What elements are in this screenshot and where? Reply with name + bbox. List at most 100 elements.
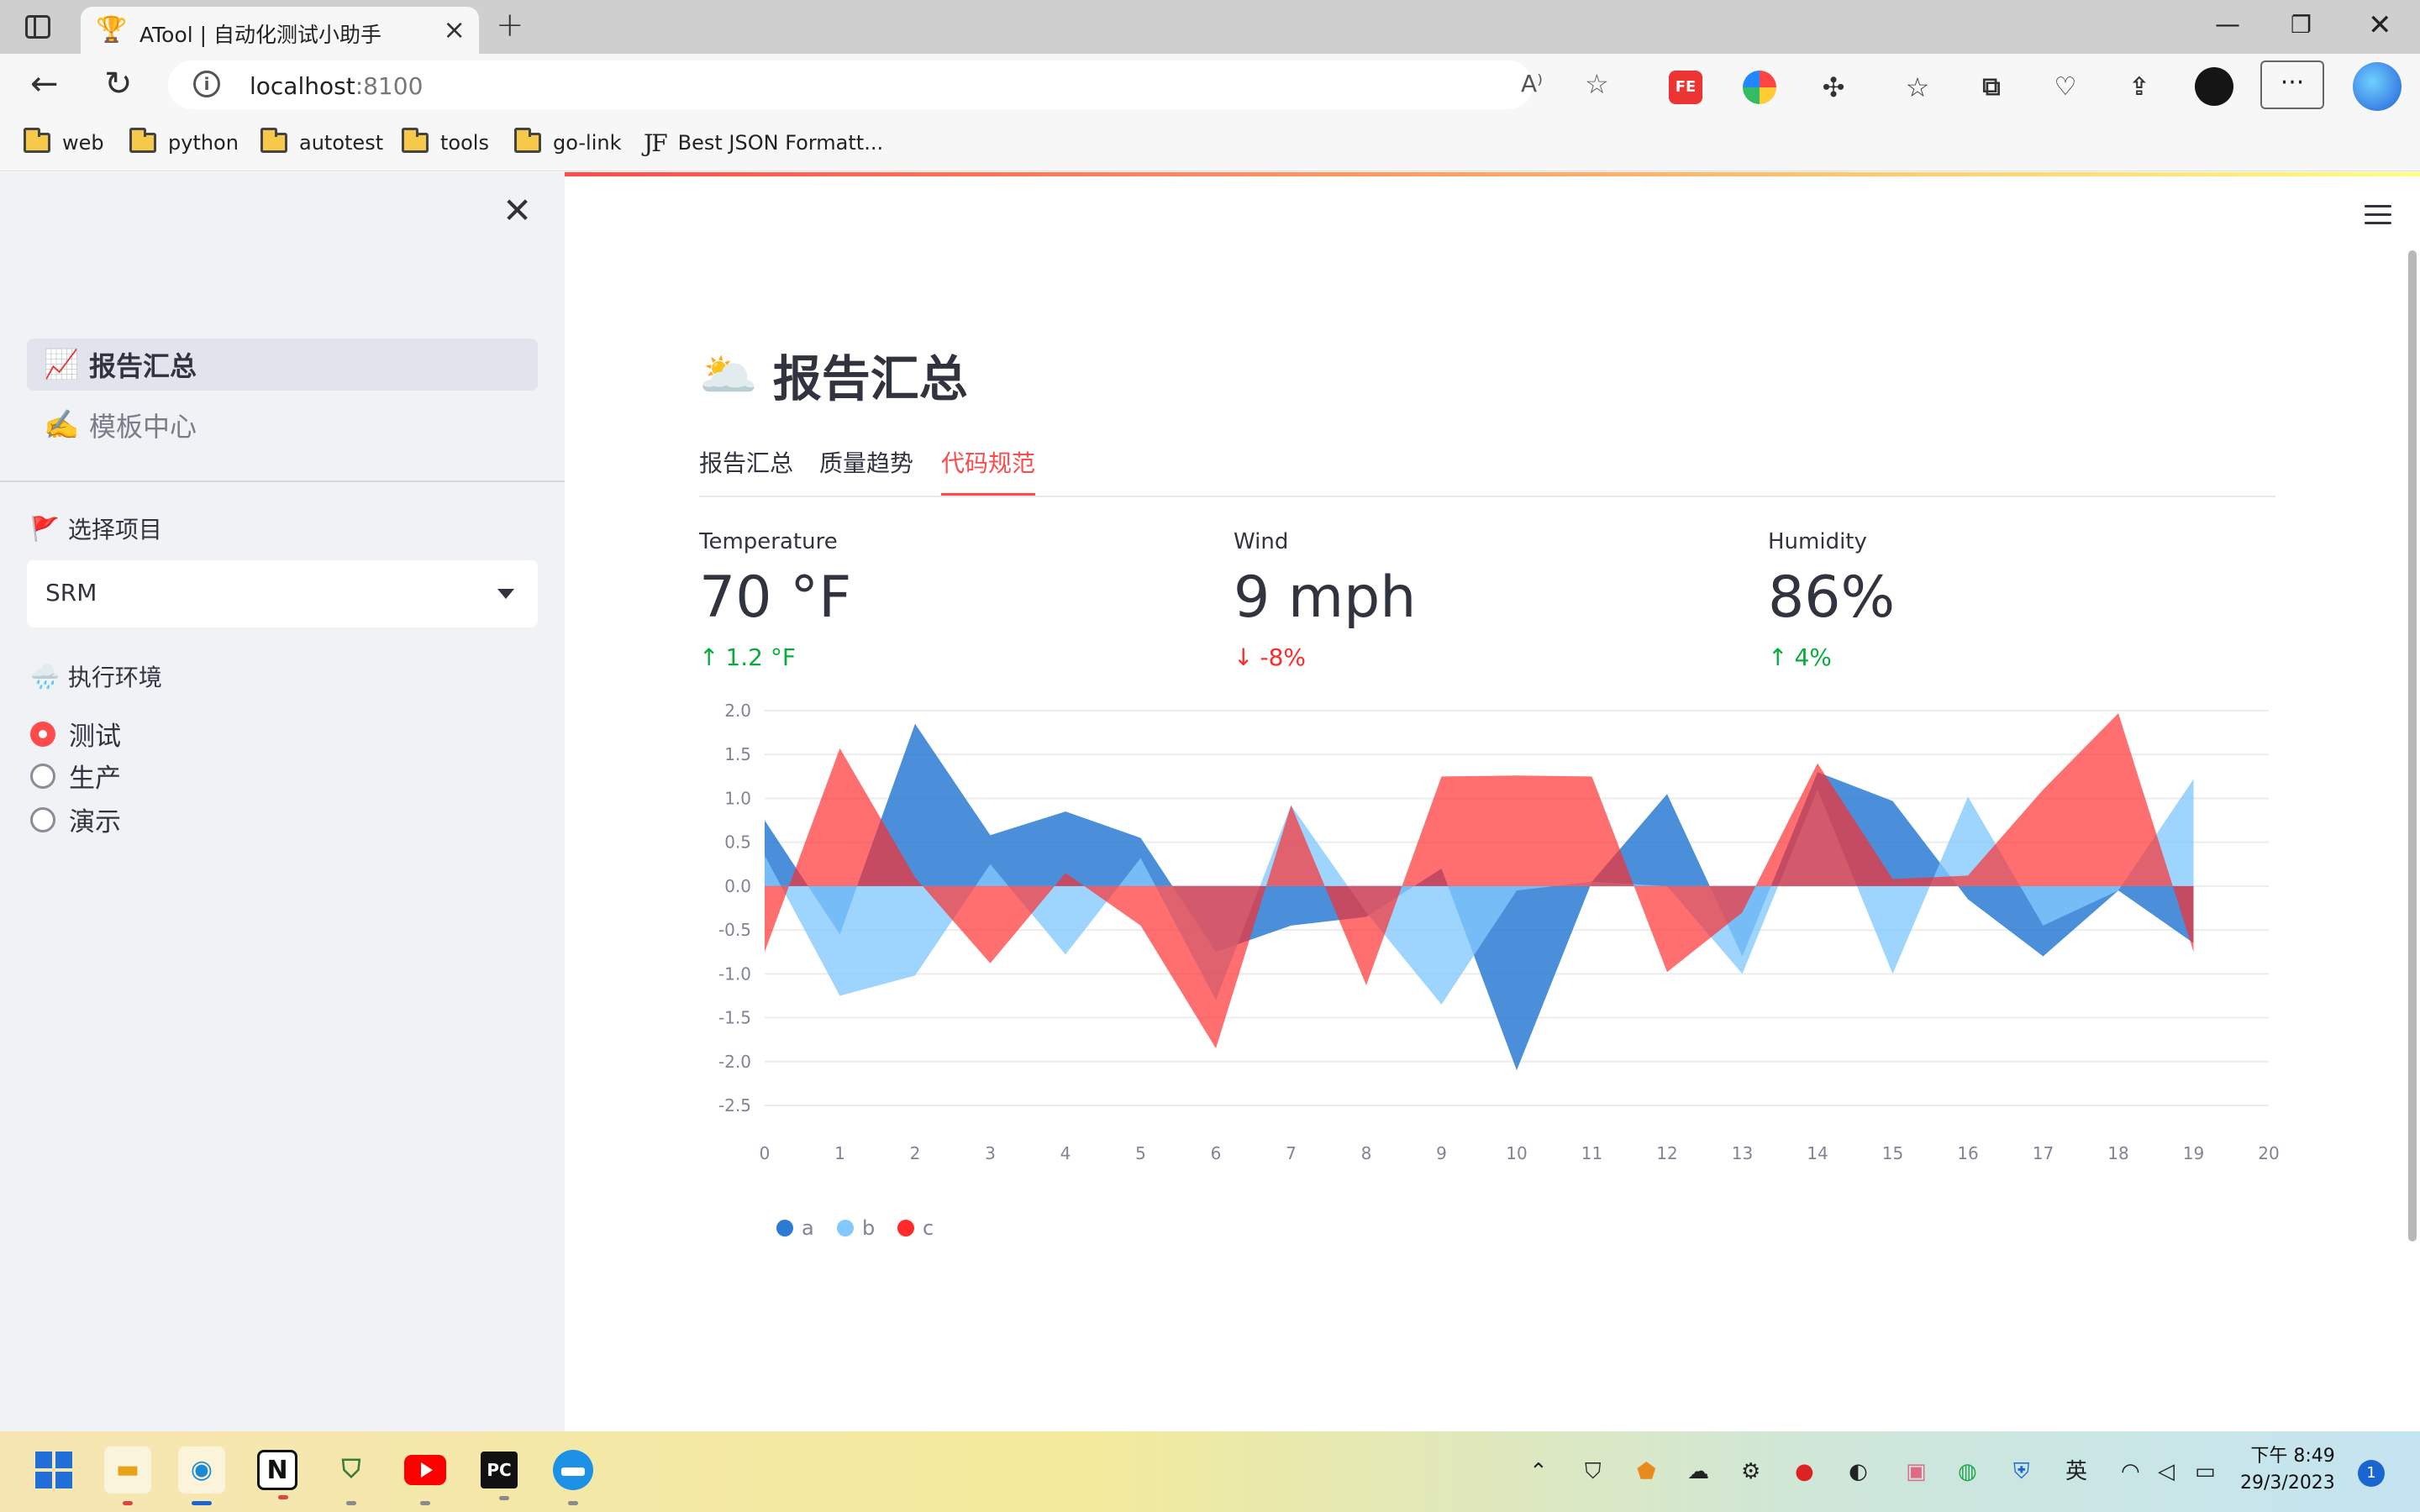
bookmark-autotest[interactable]: autotest <box>260 128 383 158</box>
browser-tab-active[interactable]: 🏆 ATool | 自动化测试小助手 × <box>81 7 479 54</box>
profile-avatar[interactable] <box>2195 67 2233 106</box>
tabs-divider <box>699 496 2275 497</box>
sidebar-item-report-summary[interactable]: 📈 报告汇总 <box>27 339 538 391</box>
radio-label: 生产 <box>69 764 121 794</box>
legend-marker-b <box>837 1220 854 1236</box>
tab-actions-icon[interactable] <box>25 15 50 39</box>
tab-report-summary[interactable]: 报告汇总 <box>699 445 793 479</box>
project-select[interactable]: SRM <box>27 560 538 627</box>
back-arrow-icon[interactable]: ← <box>30 66 59 102</box>
env-radio-test[interactable]: 测试 <box>30 715 121 753</box>
browser-tab-title: ATool | 自动化测试小助手 <box>139 23 382 47</box>
tab-code-standards[interactable]: 代码规范 <box>941 445 1035 479</box>
bookmark-web[interactable]: web <box>24 128 104 158</box>
url-host: localhost <box>250 72 355 100</box>
folder-icon <box>260 128 287 153</box>
ime-indicator[interactable]: 英 <box>2065 1458 2087 1485</box>
color-extension-icon[interactable] <box>1743 71 1776 104</box>
metric-value: 70 °F <box>699 564 852 631</box>
tray-chevron-up-icon[interactable]: ⌃ <box>1529 1458 1548 1485</box>
extensions-icon[interactable]: ✣ <box>1817 71 1850 104</box>
add-favorite-icon[interactable]: ☆ <box>1585 69 1609 99</box>
rain-cloud-icon: 🌧️ <box>30 662 60 690</box>
tray-defender-icon[interactable]: ⛉ <box>1585 1458 1602 1485</box>
read-aloud-icon[interactable]: A⁾ <box>1521 69 1543 99</box>
metric-delta-text: 1.2 °F <box>725 643 797 671</box>
battery-icon[interactable]: ▭ <box>2195 1458 2216 1485</box>
sidebar-item-template-center[interactable]: ✍️ 模板中心 <box>27 399 538 451</box>
radio-icon[interactable] <box>30 763 55 789</box>
tray-wechat-icon[interactable]: ◍ <box>1958 1458 1977 1485</box>
minimize-icon[interactable]: — <box>2215 8 2240 42</box>
tray-security-icon[interactable]: ⛨ <box>2013 1458 2030 1485</box>
bookmark-label: autotest <box>299 131 384 155</box>
env-label: 🌧️ 执行环境 <box>30 659 162 693</box>
tab-quality-trend[interactable]: 质量趋势 <box>819 445 913 479</box>
tray-onedrive-icon[interactable]: ☁ <box>1687 1458 1709 1485</box>
x-tick-label: 16 <box>1957 1143 1978 1163</box>
bookmark-label: python <box>168 131 239 155</box>
bookmark-python[interactable]: python <box>129 128 239 158</box>
hamburger-menu-icon[interactable] <box>2365 205 2391 225</box>
y-tick-label: -2.5 <box>718 1095 751 1116</box>
edge-icon[interactable]: ◉ <box>178 1446 225 1505</box>
x-tick-label: 12 <box>1656 1143 1677 1163</box>
volume-icon[interactable]: ◁ <box>2158 1458 2175 1485</box>
restore-icon[interactable]: ❐ <box>2291 8 2312 42</box>
tab-close-icon[interactable]: × <box>443 15 466 44</box>
more-menu-icon[interactable]: ··· <box>2260 60 2324 109</box>
radio-icon[interactable] <box>30 806 55 832</box>
metric-delta: ↑ 4% <box>1768 643 2272 671</box>
share-icon[interactable]: ⇪ <box>2123 71 2156 104</box>
docker-icon[interactable] <box>550 1446 597 1505</box>
x-tick-label: 17 <box>2033 1143 2054 1163</box>
collections-icon[interactable]: ⧉ <box>1975 71 2008 104</box>
file-explorer-icon[interactable]: ▬ <box>104 1446 151 1505</box>
y-tick-label: -1.5 <box>718 1008 751 1028</box>
folder-icon <box>129 128 156 153</box>
bookmark-label: tools <box>440 131 489 155</box>
fe-extension-icon[interactable]: FE <box>1669 71 1702 104</box>
window-close-icon[interactable]: ✕ <box>2368 8 2392 42</box>
metric-delta: ↑ 1.2 °F <box>699 643 1203 671</box>
y-tick-label: 1.5 <box>724 744 751 764</box>
url-port: :8100 <box>355 72 424 100</box>
pycharm-icon[interactable]: PC <box>481 1452 518 1500</box>
x-tick-label: 7 <box>1286 1143 1297 1163</box>
youtube-icon[interactable] <box>402 1446 449 1505</box>
bing-copilot-icon[interactable] <box>2353 62 2402 111</box>
favorites-icon[interactable]: ☆ <box>1901 71 1934 104</box>
env-radio-demo[interactable]: 演示 <box>30 801 121 838</box>
metric-delta-text: -8% <box>1260 643 1306 671</box>
x-tick-label: 5 <box>1135 1143 1146 1163</box>
notion-icon[interactable]: N <box>257 1450 297 1499</box>
radio-selected-icon[interactable] <box>30 721 55 747</box>
tray-shield-icon[interactable]: ⬟ <box>1637 1458 1656 1485</box>
wifi-icon[interactable]: ◠ <box>2121 1458 2140 1485</box>
tray-red-app-icon[interactable]: ● <box>1795 1458 1814 1485</box>
metric-humidity: Humidity 86% ↑ 4% <box>1768 529 2272 671</box>
metric-wind: Wind 9 mph ↓ -8% <box>1234 529 1738 671</box>
notification-badge[interactable]: 1 <box>2358 1460 2385 1487</box>
env-radio-production[interactable]: 生产 <box>30 757 121 795</box>
security-app-icon[interactable]: ⛉ <box>328 1446 375 1505</box>
tray-app-icon[interactable]: ⚙ <box>1741 1458 1760 1485</box>
sidebar-close-icon[interactable]: ✕ <box>502 192 532 229</box>
url-field[interactable]: i localhost:8100 A⁾ ☆ <box>168 60 1609 109</box>
x-tick-label: 3 <box>985 1143 996 1163</box>
tray-bilibili-icon[interactable]: ▣ <box>1906 1458 1927 1485</box>
refresh-icon[interactable]: ↻ <box>104 66 133 102</box>
bookmark-json-formatter[interactable]: JF Best JSON Formatt... <box>644 128 883 158</box>
x-tick-label: 11 <box>1581 1143 1602 1163</box>
performance-icon[interactable]: ♡ <box>2049 71 2082 104</box>
windows-start-icon[interactable] <box>30 1446 77 1494</box>
site-info-icon[interactable]: i <box>193 71 220 97</box>
new-tab-icon[interactable]: + <box>496 8 524 42</box>
clock[interactable]: 下午 8:49 29/3/2023 <box>2240 1443 2335 1497</box>
content-tabs: 报告汇总 质量趋势 代码规范 <box>699 440 2275 497</box>
bookmark-tools[interactable]: tools <box>402 128 489 158</box>
url-text[interactable]: localhost:8100 <box>250 72 423 100</box>
scrollbar[interactable] <box>2408 250 2417 1242</box>
tray-weibo-icon[interactable]: ◐ <box>1849 1458 1868 1485</box>
bookmark-go-link[interactable]: go-link <box>514 128 621 158</box>
